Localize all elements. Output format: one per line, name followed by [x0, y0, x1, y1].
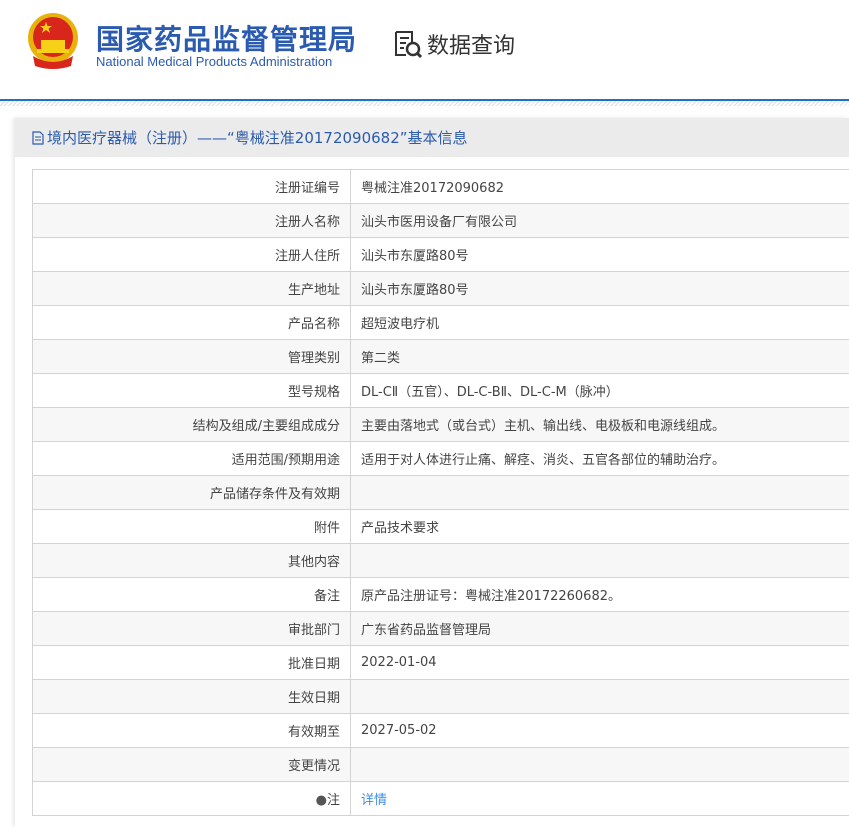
field-label: 适用范围/预期用途 [32, 441, 351, 476]
table-row: 结构及组成/主要组成成分 主要由落地式（或台式）主机、输出线、电极板和电源线组成。 [32, 407, 849, 442]
table-row: 批准日期 2022-01-04 [32, 645, 849, 680]
lightbulb-icon: ● [315, 793, 327, 808]
field-value: 第二类 [350, 339, 849, 374]
site-title: 国家药品监督管理局 [96, 23, 358, 56]
field-label: 其他内容 [32, 543, 351, 578]
field-value [350, 747, 849, 782]
document-search-icon [395, 31, 423, 59]
data-query-label: 数据查询 [427, 34, 516, 59]
table-row: 生产地址 汕头市东厦路80号 [32, 271, 849, 306]
field-label: 产品储存条件及有效期 [32, 475, 351, 510]
field-label: 管理类别 [32, 339, 351, 374]
field-value: 汕头市医用设备厂有限公司 [350, 203, 849, 238]
field-label: 审批部门 [32, 611, 351, 646]
field-label: 有效期至 [32, 713, 351, 748]
field-value: 汕头市东厦路80号 [350, 237, 849, 272]
field-value: 适用于对人体进行止痛、解痉、消炎、五官各部位的辅助治疗。 [350, 441, 849, 476]
table-row: 适用范围/预期用途 适用于对人体进行止痛、解痉、消炎、五官各部位的辅助治疗。 [32, 441, 849, 476]
details-link[interactable]: 详情 [361, 793, 387, 808]
table-row: 管理类别 第二类 [32, 339, 849, 374]
detail-panel: 境内医疗器械（注册）——“粤械注准20172090682”基本信息 注册证编号粤… [15, 118, 849, 827]
field-label: 批准日期 [32, 645, 351, 680]
table-row: 附件 产品技术要求 [32, 509, 849, 544]
field-value: 广东省药品监督管理局 [350, 611, 849, 646]
info-table: 注册证编号 粤械注准20172090682 注册人名称 汕头市医用设备厂有限公司 注册人… [32, 169, 849, 816]
field-value: 产品技术要求 [350, 509, 849, 544]
table-row: 注册人名称 汕头市医用设备厂有限公司 [32, 203, 849, 238]
field-value: 原产品注册证号：粤械注准20172260682。 [350, 577, 849, 612]
table-row: 审批部门 广东省药品监督管理局 [32, 611, 849, 646]
field-label: 注册人住所 [32, 237, 351, 272]
table-row: 产品名称 超短波电疗机 [32, 305, 849, 340]
field-value [350, 679, 849, 714]
field-value: 主要由落地式（或台式）主机、输出线、电极板和电源线组成。 [350, 407, 849, 442]
field-label: 备注 [32, 577, 351, 612]
table-row: 其他内容 [32, 543, 849, 578]
field-label: 型号规格 [32, 373, 351, 408]
site-header: 国家药品监督管理局 National Medical Products Admi… [0, 0, 849, 100]
field-label: 注册人名称 [32, 203, 351, 238]
table-row: 注册证编号 粤械注准20172090682 [32, 169, 849, 204]
table-row: 有效期至 2027-05-02 [32, 713, 849, 748]
field-value: 汕头市东厦路80号 [350, 271, 849, 306]
note-label-cell: ●注 [32, 781, 351, 816]
national-emblem-icon [28, 13, 78, 69]
field-label: 变更情况 [32, 747, 351, 782]
field-value: 2027-05-02 [350, 713, 849, 748]
table-row: 备注 原产品注册证号：粤械注准20172260682。 [32, 577, 849, 612]
field-label: 生产地址 [32, 271, 351, 306]
note-value: 详情 [350, 781, 849, 816]
table-row: 变更情况 [32, 747, 849, 782]
field-value: 2022-01-04 [350, 645, 849, 680]
field-label: 产品名称 [32, 305, 351, 340]
site-subtitle: National Medical Products Administration [96, 54, 333, 69]
data-query-link[interactable]: 数据查询 [393, 28, 515, 60]
field-label: 注册证编号 [32, 169, 351, 204]
document-icon [32, 130, 44, 145]
panel-title: 境内医疗器械（注册）——“粤械注准20172090682”基本信息 [47, 129, 468, 147]
field-label: 结构及组成/主要组成成分 [32, 407, 351, 442]
header-hatch [0, 101, 849, 106]
note-label: 注 [326, 793, 340, 808]
field-value: DL-CⅡ（五官）、DL-C-BⅡ、DL-C-M（脉冲） [350, 373, 849, 408]
field-label: 附件 [32, 509, 351, 544]
field-value: 超短波电疗机 [350, 305, 849, 340]
table-row: 产品储存条件及有效期 [32, 475, 849, 510]
table-row: 型号规格 DL-CⅡ（五官）、DL-C-BⅡ、DL-C-M（脉冲） [32, 373, 849, 408]
field-value [350, 543, 849, 578]
field-value: 粤械注准20172090682 [350, 169, 849, 204]
field-value [350, 475, 849, 510]
table-row: 注册人住所 汕头市东厦路80号 [32, 237, 849, 272]
table-row: 生效日期 [32, 679, 849, 714]
note-row: ●注 详情 [32, 781, 849, 816]
field-label: 生效日期 [32, 679, 351, 714]
panel-header: 境内医疗器械（注册）——“粤械注准20172090682”基本信息 [15, 118, 849, 157]
